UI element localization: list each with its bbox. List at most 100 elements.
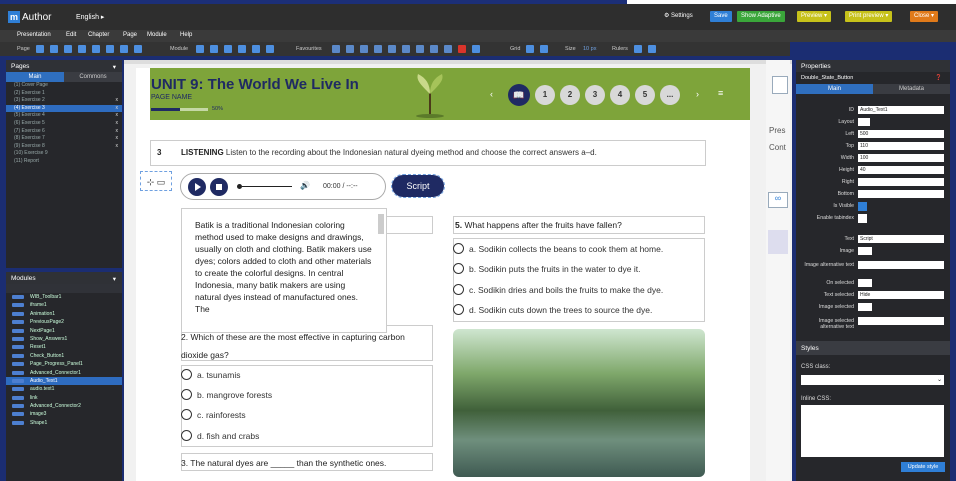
next-page-arrow-icon[interactable]: › <box>696 89 699 99</box>
module-item[interactable]: iframe1 <box>6 301 122 309</box>
share-icon[interactable]: ∞ <box>768 192 788 208</box>
save-button[interactable]: Save <box>710 11 732 22</box>
page-item[interactable]: (7) Exercise 6x <box>6 128 122 136</box>
page-item[interactable]: (4) Exercise 3x <box>6 104 122 113</box>
text-selected-field[interactable]: Hide <box>858 291 944 299</box>
page-item[interactable]: (9) Exercise 8x <box>6 143 122 151</box>
module-item[interactable]: Reset1 <box>6 343 122 351</box>
edit-page-icon[interactable] <box>106 45 114 53</box>
favourite-list-icon[interactable] <box>402 45 410 53</box>
page-settings-icon[interactable] <box>78 45 86 53</box>
close-icon[interactable]: x <box>116 120 119 128</box>
collapse-icon[interactable]: ▾ <box>113 63 116 71</box>
book-icon[interactable]: 📖 <box>508 84 530 106</box>
seek-bar[interactable] <box>242 186 292 187</box>
paste-module-icon[interactable] <box>238 45 246 53</box>
print-preview-button[interactable]: Print preview ▾ <box>845 11 893 22</box>
favourite-text-icon[interactable] <box>332 45 340 53</box>
on-selected-field[interactable] <box>858 279 872 287</box>
group-icon[interactable] <box>266 45 274 53</box>
height-field[interactable]: 40 <box>858 166 944 174</box>
page-item[interactable]: (2) Exercise 1 <box>6 90 122 98</box>
delete-page-icon[interactable] <box>92 45 100 53</box>
option[interactable]: c. Sodikin dries and boils the fruits to… <box>453 284 663 295</box>
module-item[interactable]: Animation1 <box>6 310 122 318</box>
image-field[interactable] <box>858 247 872 255</box>
option[interactable]: b. mangrove forests <box>181 389 272 400</box>
menu-edit[interactable]: Edit <box>66 32 76 38</box>
module-item[interactable]: PreviousPage2 <box>6 318 122 326</box>
is-visible-checkbox[interactable] <box>858 202 867 211</box>
option[interactable]: d. fish and crabs <box>181 430 259 441</box>
page-item[interactable]: (1) Cover Page <box>6 82 122 90</box>
volume-icon[interactable]: 🔊 <box>300 181 310 190</box>
close-button[interactable]: Close ▾ <box>910 11 939 22</box>
close-icon[interactable]: x <box>116 143 119 151</box>
option[interactable]: a. Sodikin collects the beans to cook th… <box>453 243 663 254</box>
favourite-dropdown-icon[interactable] <box>416 45 424 53</box>
option[interactable]: d. Sodikin cuts down the trees to source… <box>453 304 652 315</box>
module-item[interactable]: Advanced_Connector1 <box>6 369 122 377</box>
tab-commons[interactable]: Commons <box>64 72 122 82</box>
script-button[interactable]: Script <box>391 174 445 198</box>
copy-module-icon[interactable] <box>224 45 232 53</box>
close-icon[interactable]: x <box>116 128 119 136</box>
favourite-table-icon[interactable] <box>360 45 368 53</box>
page-item[interactable]: (11) Report <box>6 158 122 166</box>
tab-main[interactable]: Main <box>6 72 64 82</box>
right-field[interactable] <box>858 178 944 186</box>
module-item[interactable]: NextPage1 <box>6 327 122 335</box>
menu-icon[interactable]: ≡ <box>718 88 723 98</box>
text-field[interactable]: Script <box>858 235 944 243</box>
menu-module[interactable]: Module <box>147 32 167 38</box>
top-field[interactable]: 110 <box>858 142 944 150</box>
module-item[interactable]: Check_Button1 <box>6 352 122 360</box>
module-item[interactable]: WIB_Toolbar1 <box>6 293 122 301</box>
page-nav-button[interactable]: 3 <box>585 85 605 105</box>
menu-chapter[interactable]: Chapter <box>88 32 109 38</box>
module-item[interactable]: Audio_Text1 <box>6 376 122 386</box>
page-item[interactable]: (5) Exercise 4x <box>6 112 122 120</box>
copy-page-icon[interactable] <box>50 45 58 53</box>
stop-icon[interactable] <box>210 178 228 196</box>
width-field[interactable]: 100 <box>858 154 944 162</box>
arrow-up-icon[interactable] <box>120 45 128 53</box>
image-selected-alt-field[interactable] <box>858 317 944 325</box>
image-selected-field[interactable] <box>858 303 872 311</box>
page-nav-button[interactable]: 4 <box>610 85 630 105</box>
favourite-video-icon[interactable] <box>458 45 466 53</box>
preview-button[interactable]: Preview ▾ <box>797 11 832 22</box>
module-item[interactable]: audio.text1 <box>6 385 122 393</box>
show-adaptive-button[interactable]: Show Adaptive <box>737 11 785 22</box>
play-icon[interactable] <box>188 178 206 196</box>
page-nav-button[interactable]: ... <box>660 85 680 105</box>
favourite-image-icon[interactable] <box>346 45 354 53</box>
rulers-guide-icon[interactable] <box>648 45 656 53</box>
grid-size-value[interactable]: 10 px <box>583 46 596 52</box>
menu-help[interactable]: Help <box>180 32 192 38</box>
tab-metadata[interactable]: Metadata <box>873 84 950 94</box>
module-item[interactable]: Advanced_Connector2 <box>6 402 122 410</box>
scrollbar[interactable] <box>378 214 384 234</box>
module-icon[interactable] <box>772 76 788 94</box>
settings-button[interactable]: ⚙ Settings <box>660 11 697 22</box>
image-alt-field[interactable] <box>858 261 944 269</box>
module-drag-handle[interactable]: ⊹ ▭ <box>140 171 172 191</box>
id-field[interactable]: Audio_Text1 <box>858 106 944 114</box>
layout-field[interactable] <box>858 118 870 126</box>
option[interactable]: c. rainforests <box>181 409 246 420</box>
gear-icon[interactable] <box>472 45 480 53</box>
option[interactable]: a. tsunamis <box>181 369 240 380</box>
page-item[interactable]: (8) Exercise 7x <box>6 135 122 143</box>
page-nav-button[interactable]: 1 <box>535 85 555 105</box>
tab-main[interactable]: Main <box>796 84 873 94</box>
help-icon[interactable]: ❓ <box>935 75 942 81</box>
collapse-icon[interactable]: ▾ <box>113 275 116 283</box>
option[interactable]: b. Sodikin puts the fruits in the water … <box>453 263 641 274</box>
module-item[interactable]: Show_Answers1 <box>6 335 122 343</box>
menu-presentation[interactable]: Presentation <box>17 32 51 38</box>
module-item[interactable]: Shape1 <box>6 419 122 427</box>
page-item[interactable]: (10) Exercise 9 <box>6 150 122 158</box>
inline-css-textarea[interactable] <box>801 405 944 457</box>
grid-toggle-icon[interactable] <box>526 45 534 53</box>
